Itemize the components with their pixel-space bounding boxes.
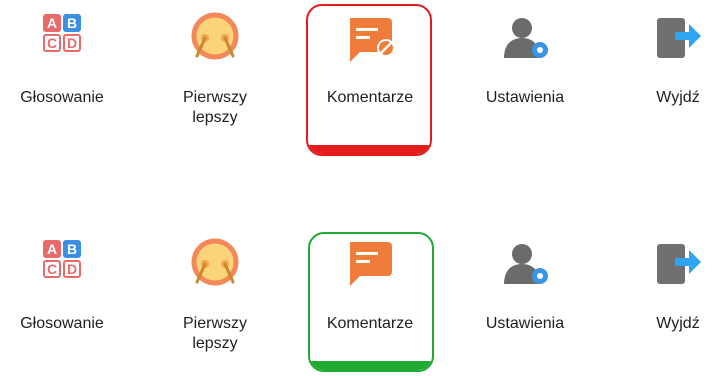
menu-item-label: Ustawienia: [485, 89, 565, 106]
menu-item-voting[interactable]: AB CD Głosowanie: [0, 226, 132, 376]
menu-item-label: Pierwszy lepszy: [182, 89, 247, 126]
menu-item-comments[interactable]: Komentarze: [300, 0, 440, 150]
menu-item-comments[interactable]: Komentarze: [300, 226, 440, 376]
exit-door-icon: [657, 18, 701, 58]
menu-item-settings[interactable]: Ustawienia: [455, 0, 595, 150]
abcd-voting-icon: AB CD: [43, 240, 81, 278]
menu-item-first-one[interactable]: Pierwszy lepszy: [145, 0, 285, 150]
user-settings-icon: [504, 244, 548, 284]
comment-icon: [350, 242, 392, 286]
menu-item-label: Pierwszy lepszy: [182, 315, 247, 352]
menu-item-settings[interactable]: Ustawienia: [455, 226, 595, 376]
menu-item-label: Wyjdź: [656, 89, 700, 106]
user-settings-icon: [504, 18, 548, 58]
menu-item-voting[interactable]: AB CD Głosowanie: [0, 0, 132, 150]
menu-item-label: Głosowanie: [20, 315, 104, 332]
menu-item-label: Komentarze: [326, 89, 414, 106]
abcd-voting-icon: AB CD: [43, 14, 81, 52]
menu-item-exit[interactable]: Wyjdź: [608, 0, 712, 150]
exit-door-icon: [657, 244, 701, 284]
menu-item-first-one[interactable]: Pierwszy lepszy: [145, 226, 285, 376]
buzzer-face-icon: [191, 238, 239, 286]
menu-item-label: Ustawienia: [485, 315, 565, 332]
menu-item-label: Wyjdź: [656, 315, 700, 332]
menu-row-bottom: AB CD Głosowanie Pierwszy lepszy Komenta…: [0, 226, 712, 376]
menu-item-label: Głosowanie: [20, 89, 104, 106]
menu-item-exit[interactable]: Wyjdź: [608, 226, 712, 376]
comment-blocked-icon: [350, 18, 395, 62]
menu-item-label: Komentarze: [326, 315, 414, 332]
buzzer-face-icon: [191, 12, 239, 60]
menu-row-top: AB CD Głosowanie Pierwszy lepszy Komenta…: [0, 0, 712, 156]
